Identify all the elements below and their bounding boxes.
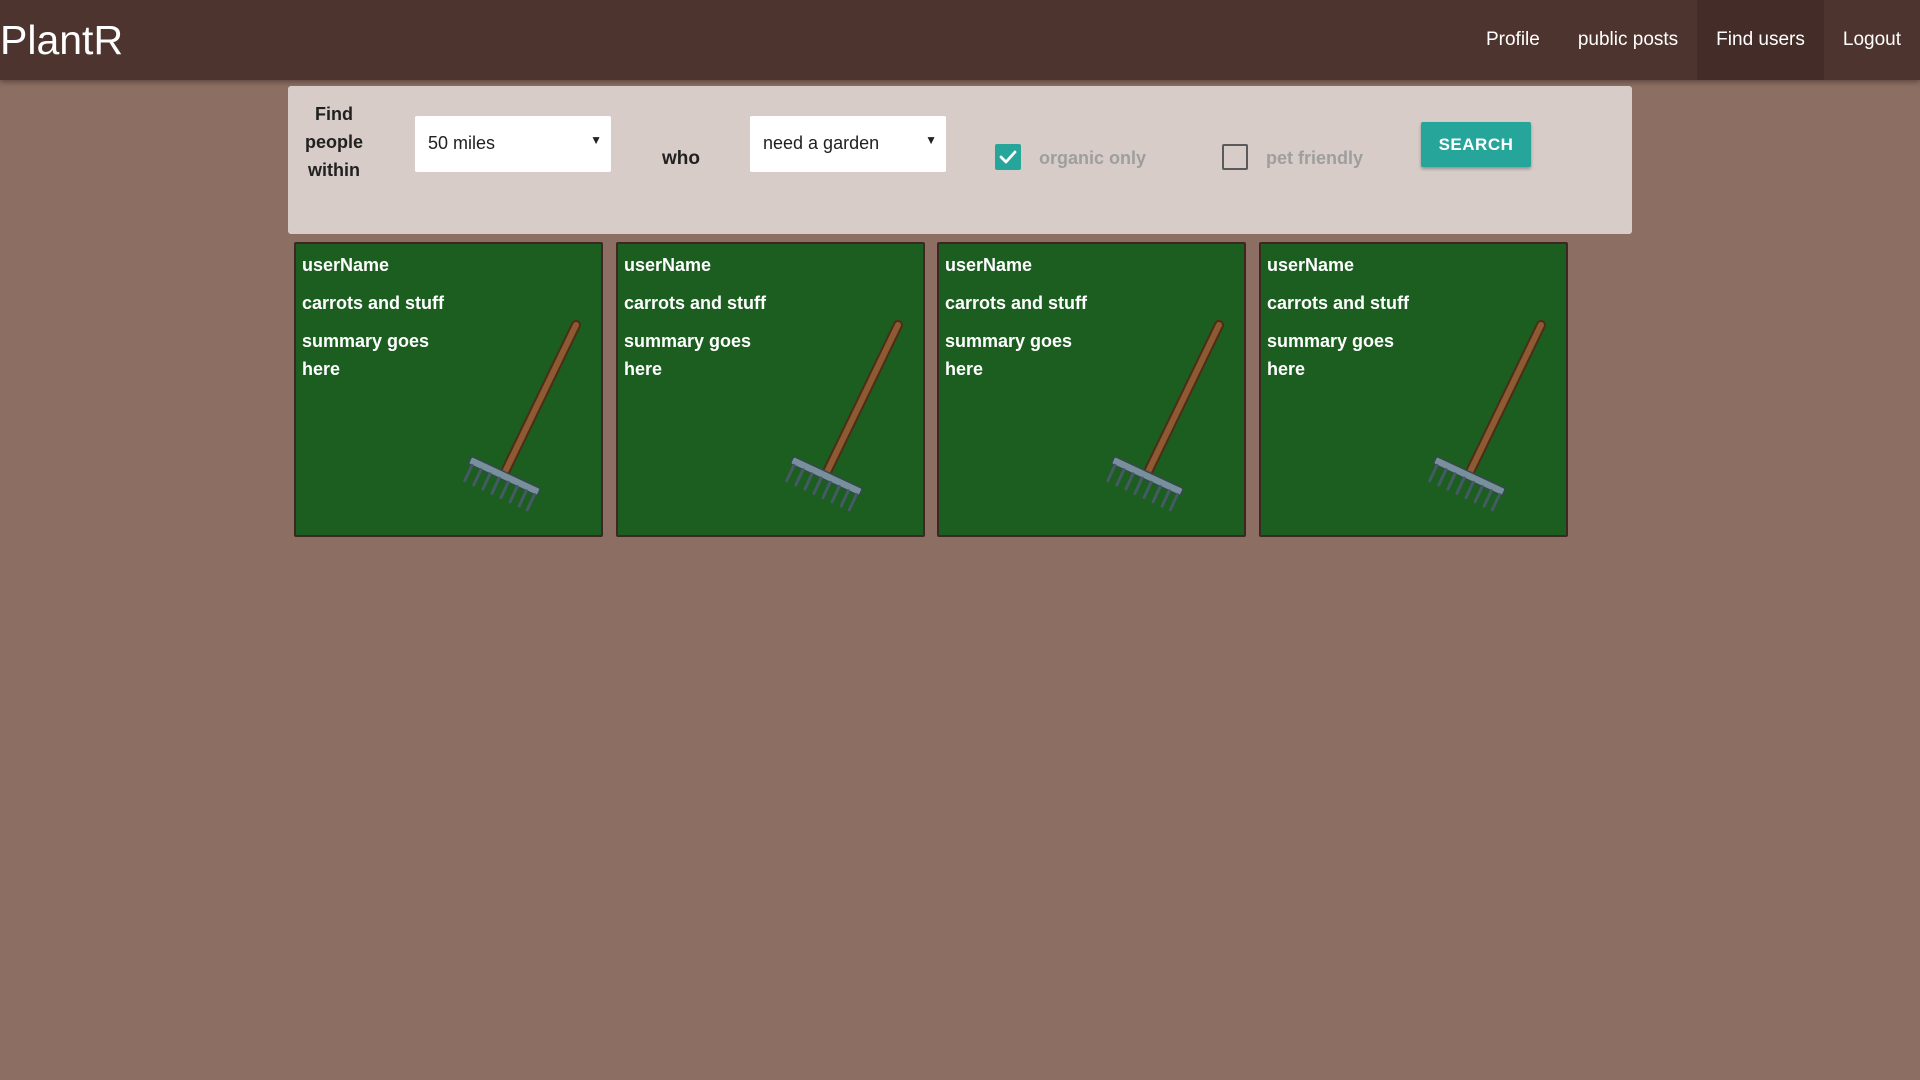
card-summary: summary goes here [624, 331, 752, 379]
user-card[interactable]: userName carrots and stuff summary goes … [1259, 242, 1568, 537]
card-summary: summary goes here [945, 331, 1073, 379]
user-card[interactable]: userName carrots and stuff summary goes … [294, 242, 603, 537]
search-button[interactable]: SEARCH [1421, 122, 1531, 167]
organic-only-label[interactable]: organic only [1039, 148, 1146, 169]
card-username: userName [945, 255, 1033, 275]
pet-friendly-checkbox[interactable] [1222, 144, 1248, 170]
organic-only-checkbox[interactable] [995, 144, 1021, 170]
distance-select[interactable]: 50 miles ▼ [415, 116, 611, 172]
card-username: userName [624, 255, 712, 275]
rake-icon [1428, 320, 1546, 512]
nav-links: Profile public posts Find users Logout [1467, 0, 1920, 80]
card-title: carrots and stuff [302, 293, 445, 313]
who-label: who [662, 148, 700, 169]
nav-find-users[interactable]: Find users [1697, 0, 1824, 80]
card-username: userName [302, 255, 390, 275]
distance-value: 50 miles [428, 133, 496, 153]
navbar: PlantR Profile public posts Find users L… [0, 0, 1920, 80]
nav-public-posts[interactable]: public posts [1559, 0, 1697, 80]
card-username: userName [1267, 255, 1355, 275]
rake-icon [785, 320, 903, 512]
card-summary: summary goes here [302, 331, 430, 379]
nav-profile[interactable]: Profile [1467, 0, 1559, 80]
pet-friendly-label[interactable]: pet friendly [1266, 148, 1363, 169]
user-card[interactable]: userName carrots and stuff summary goes … [616, 242, 925, 537]
rake-icon [463, 320, 581, 512]
card-summary: summary goes here [1267, 331, 1395, 379]
search-panel: Find people within 50 miles ▼ who need a… [288, 86, 1632, 234]
find-people-label: Find people within [304, 104, 363, 180]
user-card[interactable]: userName carrots and stuff summary goes … [937, 242, 1246, 537]
brand-logo[interactable]: PlantR [0, 16, 123, 64]
chevron-down-icon: ▼ [925, 133, 937, 147]
nav-logout[interactable]: Logout [1824, 0, 1920, 80]
card-title: carrots and stuff [1267, 293, 1410, 313]
need-select[interactable]: need a garden ▼ [750, 116, 946, 172]
rake-icon [1106, 320, 1224, 512]
card-title: carrots and stuff [945, 293, 1088, 313]
card-title: carrots and stuff [624, 293, 767, 313]
chevron-down-icon: ▼ [590, 133, 602, 147]
need-value: need a garden [763, 133, 880, 153]
checkmark-icon [999, 150, 1017, 164]
